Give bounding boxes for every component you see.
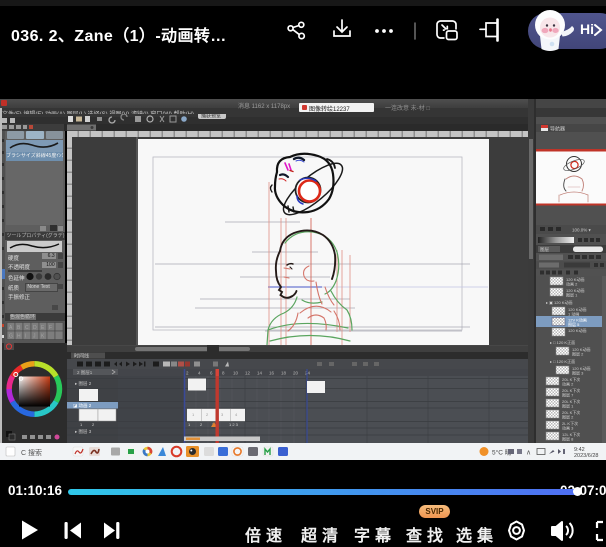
svg-text:图层 1: 图层 1 xyxy=(566,292,578,298)
svg-text:图层 2: 图层 2 xyxy=(572,351,584,357)
svg-text:动画 2: 动画 2 xyxy=(566,281,578,287)
svg-text:图层 3: 图层 3 xyxy=(572,370,584,376)
svg-text:14: 14 xyxy=(257,371,263,376)
svg-text:2: 2 xyxy=(200,422,203,427)
svg-text:1 动画: 1 动画 xyxy=(568,311,579,317)
svg-text:▸ ▣ 120 K动画: ▸ ▣ 120 K动画 xyxy=(546,299,572,305)
svg-text:D: D xyxy=(33,325,37,331)
svg-text:图层 7: 图层 7 xyxy=(562,392,574,398)
svg-text:100.0% ▾: 100.0% ▾ xyxy=(572,228,592,233)
svg-text:1: 1 xyxy=(188,422,191,427)
svg-text:图层 8: 图层 8 xyxy=(562,436,574,442)
svg-text:18: 18 xyxy=(281,371,287,376)
svg-text:∧: ∧ xyxy=(526,450,531,457)
svg-text:C 搜索: C 搜索 xyxy=(21,448,42,457)
svg-text:图层 5: 图层 5 xyxy=(568,321,580,327)
svg-text:捕获预览: 捕获预览 xyxy=(201,114,221,120)
svg-text:H: H xyxy=(17,334,21,340)
svg-text:◪ 动画 2: ◪ 动画 2 xyxy=(73,402,92,409)
svg-text:导航器: 导航器 xyxy=(550,126,565,133)
svg-text:20: 20 xyxy=(293,371,299,376)
svg-text:2023/6/28: 2023/6/28 xyxy=(574,453,598,459)
svg-text:C: C xyxy=(25,325,29,331)
svg-text:16: 16 xyxy=(269,371,275,376)
svg-text:F: F xyxy=(49,325,52,331)
svg-text:图层 2: 图层 2 xyxy=(562,414,574,420)
svg-text:1 2 3: 1 2 3 xyxy=(229,422,239,427)
svg-text:120 K动画: 120 K动画 xyxy=(568,327,586,333)
svg-text:图层 1: 图层 1 xyxy=(562,403,574,409)
svg-text:24: 24 xyxy=(305,371,311,376)
svg-text:G: G xyxy=(9,334,13,340)
svg-text:动画 2: 动画 2 xyxy=(562,381,574,387)
svg-text:12: 12 xyxy=(245,371,251,376)
svg-text:I: I xyxy=(25,334,26,340)
svg-text:动画 3: 动画 3 xyxy=(562,425,574,431)
svg-text:▸ □ 120 K正面: ▸ □ 120 K正面 xyxy=(550,340,575,345)
svg-text:▸ □ 120 K正面: ▸ □ 120 K正面 xyxy=(550,359,575,364)
svg-text:时间线: 时间线 xyxy=(74,353,89,360)
svg-text:10: 10 xyxy=(233,371,239,376)
